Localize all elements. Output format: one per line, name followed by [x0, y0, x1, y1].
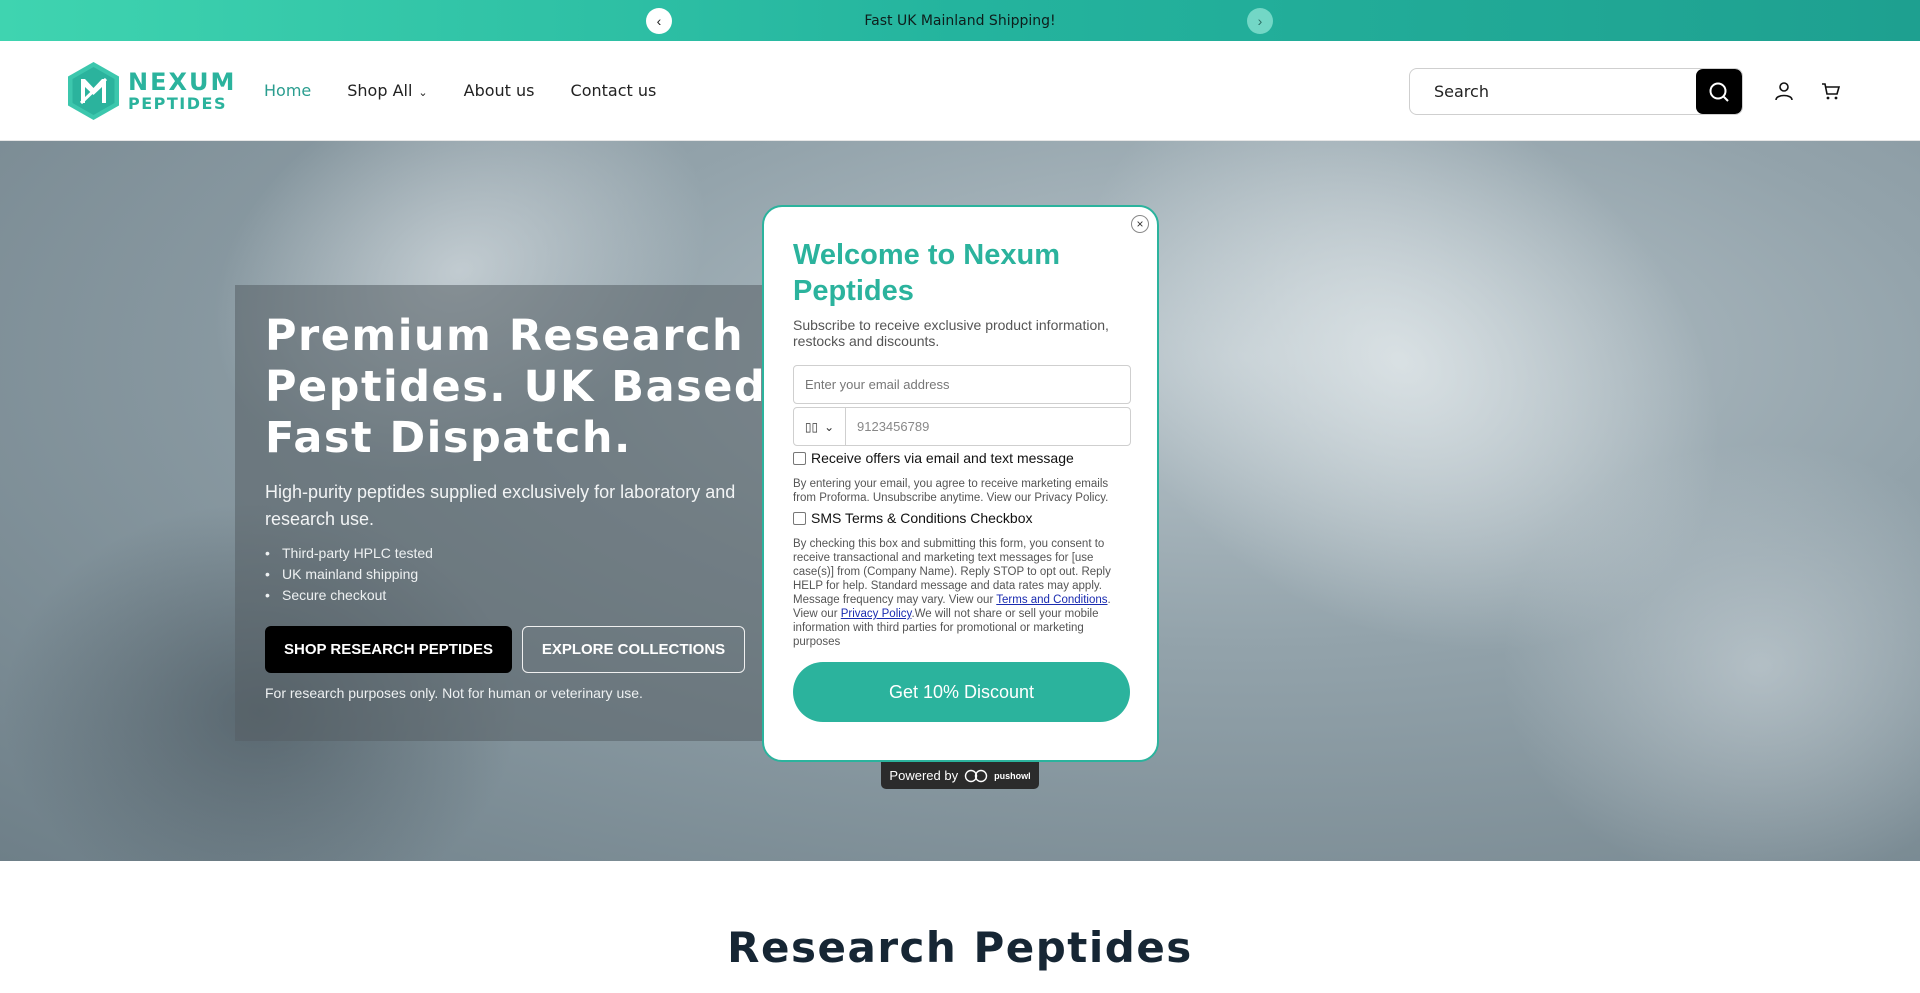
hero-bullets: Third-party HPLC tested UK mainland ship…	[265, 543, 433, 606]
nav-home[interactable]: Home	[264, 81, 311, 100]
powered-by-badge[interactable]: Powered by pushowl	[881, 762, 1039, 789]
sms-checkbox[interactable]	[793, 511, 806, 525]
chevron-down-icon: ⌄	[824, 419, 835, 434]
flag-icon: ▯▯	[804, 419, 819, 434]
get-discount-button[interactable]: Get 10% Discount	[793, 662, 1130, 722]
chevron-right-icon[interactable]: ›	[1247, 8, 1273, 34]
search-input[interactable]	[1410, 69, 1696, 114]
nav-shop-all-label: Shop All	[347, 81, 413, 100]
offers-checkbox-row[interactable]: Receive offers via email and text messag…	[793, 450, 1074, 466]
chevron-left-icon[interactable]: ‹	[646, 8, 672, 34]
popup-title: Welcome to Nexum Peptides	[793, 239, 1060, 307]
site-header: NEXUM PEPTIDES Home Shop All ⌄ About us C…	[0, 41, 1920, 141]
logo-hexagon-icon	[68, 62, 119, 120]
announcement-bar: ‹ Fast UK Mainland Shipping! ›	[0, 0, 1920, 41]
hero-disclaimer: For research purposes only. Not for huma…	[265, 685, 643, 701]
section-title: Research Peptides	[727, 923, 1193, 972]
hero-title: Premium Research Peptides. UK Based. Fas…	[265, 311, 784, 463]
list-item: UK mainland shipping	[265, 564, 433, 585]
offers-checkbox[interactable]	[793, 451, 806, 465]
search-button[interactable]	[1696, 69, 1742, 114]
sms-checkbox-row[interactable]: SMS Terms & Conditions Checkbox	[793, 510, 1033, 526]
email-field[interactable]	[794, 366, 1130, 403]
cart-icon[interactable]	[1819, 79, 1843, 103]
sms-checkbox-label: SMS Terms & Conditions Checkbox	[811, 510, 1033, 526]
logo[interactable]: NEXUM PEPTIDES	[67, 61, 236, 121]
account-icon[interactable]	[1772, 79, 1796, 103]
shop-research-peptides-button[interactable]: SHOP RESEARCH PEPTIDES	[265, 626, 512, 673]
close-icon[interactable]: ×	[1131, 215, 1149, 233]
nav-about-us[interactable]: About us	[464, 81, 535, 100]
phone-field-wrapper: ▯▯ ⌄	[793, 407, 1131, 446]
announcement-text: Fast UK Mainland Shipping!	[864, 12, 1056, 29]
list-item: Third-party HPLC tested	[265, 543, 433, 564]
powered-brand: pushowl	[994, 770, 1031, 781]
list-item: Secure checkout	[265, 585, 433, 606]
popup-subtitle: Subscribe to receive exclusive product i…	[793, 317, 1109, 349]
search-box	[1409, 68, 1743, 115]
logo-text-line2: PEPTIDES	[128, 94, 227, 113]
main-nav: Home Shop All ⌄ About us Contact us	[264, 81, 656, 100]
privacy-policy-link[interactable]: Privacy Policy	[841, 608, 912, 620]
nav-contact-us[interactable]: Contact us	[571, 81, 657, 100]
pushowl-logo-icon	[964, 769, 988, 782]
terms-link[interactable]: Terms and Conditions	[996, 594, 1107, 606]
email-legal-text: By entering your email, you agree to rec…	[793, 478, 1109, 504]
hero-subtitle-line2: research use.	[265, 509, 375, 529]
explore-collections-button[interactable]: EXPLORE COLLECTIONS	[522, 626, 745, 673]
offers-checkbox-label: Receive offers via email and text messag…	[811, 450, 1074, 466]
signup-popup: × Welcome to Nexum Peptides Subscribe to…	[762, 205, 1159, 762]
nav-shop-all[interactable]: Shop All ⌄	[347, 81, 427, 100]
powered-by-text: Powered by	[889, 768, 959, 783]
chevron-down-icon: ⌄	[418, 86, 428, 99]
logo-text-line1: NEXUM	[128, 68, 237, 96]
phone-field[interactable]	[846, 408, 1130, 445]
email-field-wrapper	[793, 365, 1131, 404]
hero-subtitle: High-purity peptides supplied exclusivel…	[265, 482, 736, 502]
country-code-select[interactable]: ▯▯ ⌄	[794, 408, 846, 445]
sms-legal-text: By checking this box and submitting this…	[793, 537, 1133, 649]
search-icon	[1709, 82, 1729, 102]
